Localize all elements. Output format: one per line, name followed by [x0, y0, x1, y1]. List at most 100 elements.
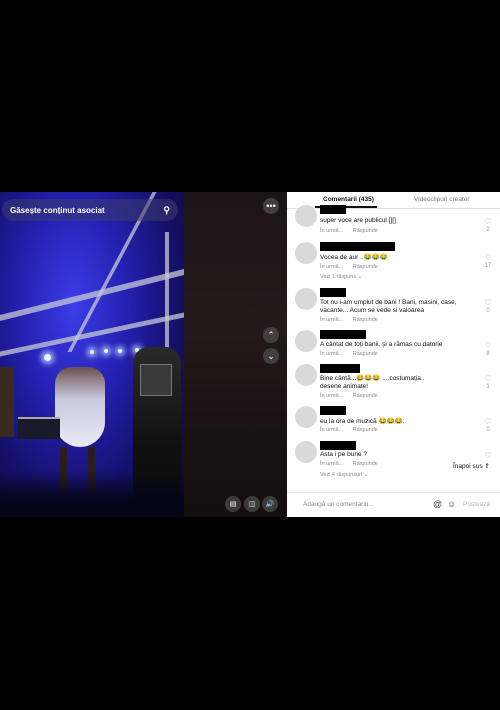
comment-composer: Adaugă un comentariu... @ ☺ Postează — [287, 492, 500, 518]
like-count: 17 — [484, 263, 492, 269]
add-comment-input[interactable]: Adaugă un comentariu... — [303, 501, 374, 508]
stage-truss — [165, 232, 169, 352]
comment-item: super voce are publicul [][] În urmă... … — [295, 205, 495, 235]
like-count: 1 — [486, 384, 490, 390]
reply-link[interactable]: Răspunde — [353, 427, 378, 433]
comment-meta: În urmă... Răspunde — [320, 427, 386, 433]
like-count: 2 — [486, 227, 490, 233]
comment-item: Vocea de aur ..😂😂😂 În urmă... Răspunde V… — [295, 242, 495, 282]
comment-time: În urmă... — [320, 351, 344, 357]
comment-meta: În urmă... Răspunde — [320, 351, 386, 357]
comment-item: Bine cântă...😂😂😂 ....costumația.. desene… — [295, 364, 495, 402]
keyboard-instrument — [18, 417, 60, 439]
comment-item: Asta i pe bune ? În urmă... Răspunde Vez… — [295, 441, 495, 481]
view-replies-link[interactable]: Vezi 1 răspuns ⌄ — [320, 274, 362, 280]
comment-time: În urmă... — [320, 228, 344, 234]
like-count: 0 — [486, 308, 490, 314]
redacted-username[interactable] — [320, 406, 346, 415]
singer-figure — [55, 367, 105, 447]
heart-icon[interactable]: ♡ — [482, 417, 494, 426]
comment-meta: În urmă... Răspunde — [320, 228, 386, 234]
heart-icon[interactable]: ♡ — [482, 374, 494, 383]
comment-text: super voce are publicul [][] — [320, 217, 396, 224]
comment-time: În urmă... — [320, 427, 344, 433]
post-button[interactable]: Postează — [463, 501, 490, 508]
view-replies-link[interactable]: Vezi 4 răspunsuri ⌄ — [320, 472, 368, 478]
heart-icon[interactable]: ♡ — [482, 253, 494, 262]
reply-link[interactable]: Răspunde — [353, 393, 378, 399]
back-to-top-button[interactable]: Înapoi sus ⇑ — [453, 462, 490, 470]
comment-text: eu la ora de muzică 😂😂😂. — [320, 418, 405, 425]
chevron-down-icon: ⌄ — [267, 350, 275, 361]
comment-text: Vocea de aur ..😂😂😂 — [320, 254, 389, 261]
picture-in-picture-icon: ◫ — [248, 501, 256, 508]
comment-item: A cântat de toți banii, și a rămas cu da… — [295, 330, 495, 360]
comment-time: În urmă... — [320, 317, 344, 323]
stage-light — [44, 354, 51, 361]
comment-meta: În urmă... Răspunde — [320, 317, 386, 323]
comment-time: În urmă... — [320, 393, 344, 399]
more-icon: ••• — [266, 201, 276, 211]
tab-creator-videos[interactable]: Videoclipuri creator — [414, 196, 470, 203]
reply-link[interactable]: Răspunde — [353, 264, 378, 270]
saxophonist-figure — [0, 367, 14, 437]
stage-light — [90, 350, 94, 354]
avatar[interactable] — [295, 242, 317, 264]
redacted-username[interactable] — [320, 242, 395, 251]
redacted-username[interactable] — [320, 288, 346, 297]
reply-link[interactable]: Răspunde — [353, 461, 378, 467]
avatar[interactable] — [295, 406, 317, 428]
comment-item: Tot nu i-am umplut de bani ! Bani, masin… — [295, 288, 495, 324]
video-area[interactable]: Găsește conținut asociat ⚲ ••• ⌃ ⌄ ▤ ◫ 🔊 — [0, 192, 287, 517]
related-content-search-bar[interactable]: Găsește conținut asociat ⚲ — [2, 199, 178, 221]
heart-icon[interactable]: ♡ — [482, 341, 494, 350]
reply-link[interactable]: Răspunde — [353, 351, 378, 357]
comment-text: Tot nu i-am umplut de bani ! Bani, masin… — [320, 299, 457, 306]
comment-time: În urmă... — [320, 461, 344, 467]
volume-icon: 🔊 — [265, 501, 275, 508]
comments-panel: Comentarii (435) Videoclipuri creator su… — [287, 192, 500, 517]
comment-text-continued: desene animate! — [320, 383, 369, 390]
comment-meta: În urmă... Răspunde — [320, 393, 386, 399]
avatar[interactable] — [295, 205, 317, 227]
comment-item: eu la ora de muzică 😂😂😂. În urmă... Răsp… — [295, 406, 495, 436]
volume-button[interactable]: 🔊 — [262, 496, 278, 512]
tab-comments[interactable]: Comentarii (435) — [323, 196, 374, 203]
avatar[interactable] — [295, 330, 317, 352]
avatar[interactable] — [295, 364, 317, 386]
more-options-button[interactable]: ••• — [263, 198, 279, 214]
redacted-username[interactable] — [320, 205, 346, 214]
redacted-username[interactable] — [320, 330, 366, 339]
heart-icon[interactable]: ♡ — [482, 298, 494, 307]
comment-text: Asta i pe bune ? — [320, 451, 367, 458]
avatar[interactable] — [295, 288, 317, 310]
reply-link[interactable]: Răspunde — [353, 317, 378, 323]
next-video-button[interactable]: ⌄ — [263, 348, 279, 364]
emoji-icon[interactable]: ☺ — [447, 499, 456, 509]
accordion — [140, 364, 172, 396]
video-player[interactable]: Găsește conținut asociat ⚲ — [0, 192, 184, 517]
stage-light — [118, 349, 122, 353]
comment-text: A cântat de toți banii, și a rămas cu da… — [320, 341, 443, 348]
redacted-username[interactable] — [320, 364, 360, 373]
search-bar-text: Găsește conținut asociat — [10, 205, 105, 215]
picture-in-picture-button[interactable]: ◫ — [244, 496, 260, 512]
captions-icon: ▤ — [229, 501, 237, 508]
captions-button[interactable]: ▤ — [225, 496, 241, 512]
at-icon[interactable]: @ — [433, 499, 442, 509]
audience-silhouettes — [0, 472, 184, 517]
reply-link[interactable]: Răspunde — [353, 228, 378, 234]
like-count: 0 — [486, 427, 490, 433]
search-icon[interactable]: ⚲ — [163, 205, 170, 216]
comment-meta: În urmă... Răspunde — [320, 461, 386, 467]
comment-text: Bine cântă...😂😂😂 ....costumația.. — [320, 375, 425, 382]
stage-light — [104, 349, 108, 353]
heart-icon[interactable]: ♡ — [482, 217, 494, 226]
avatar[interactable] — [295, 441, 317, 463]
comment-meta: În urmă... Răspunde — [320, 264, 386, 270]
comment-text-continued: vacante... Acum se vede si valoarea — [320, 307, 425, 314]
heart-icon[interactable]: ♡ — [482, 451, 494, 460]
redacted-username[interactable] — [320, 441, 356, 450]
previous-video-button[interactable]: ⌃ — [263, 327, 279, 343]
comment-time: În urmă... — [320, 264, 344, 270]
